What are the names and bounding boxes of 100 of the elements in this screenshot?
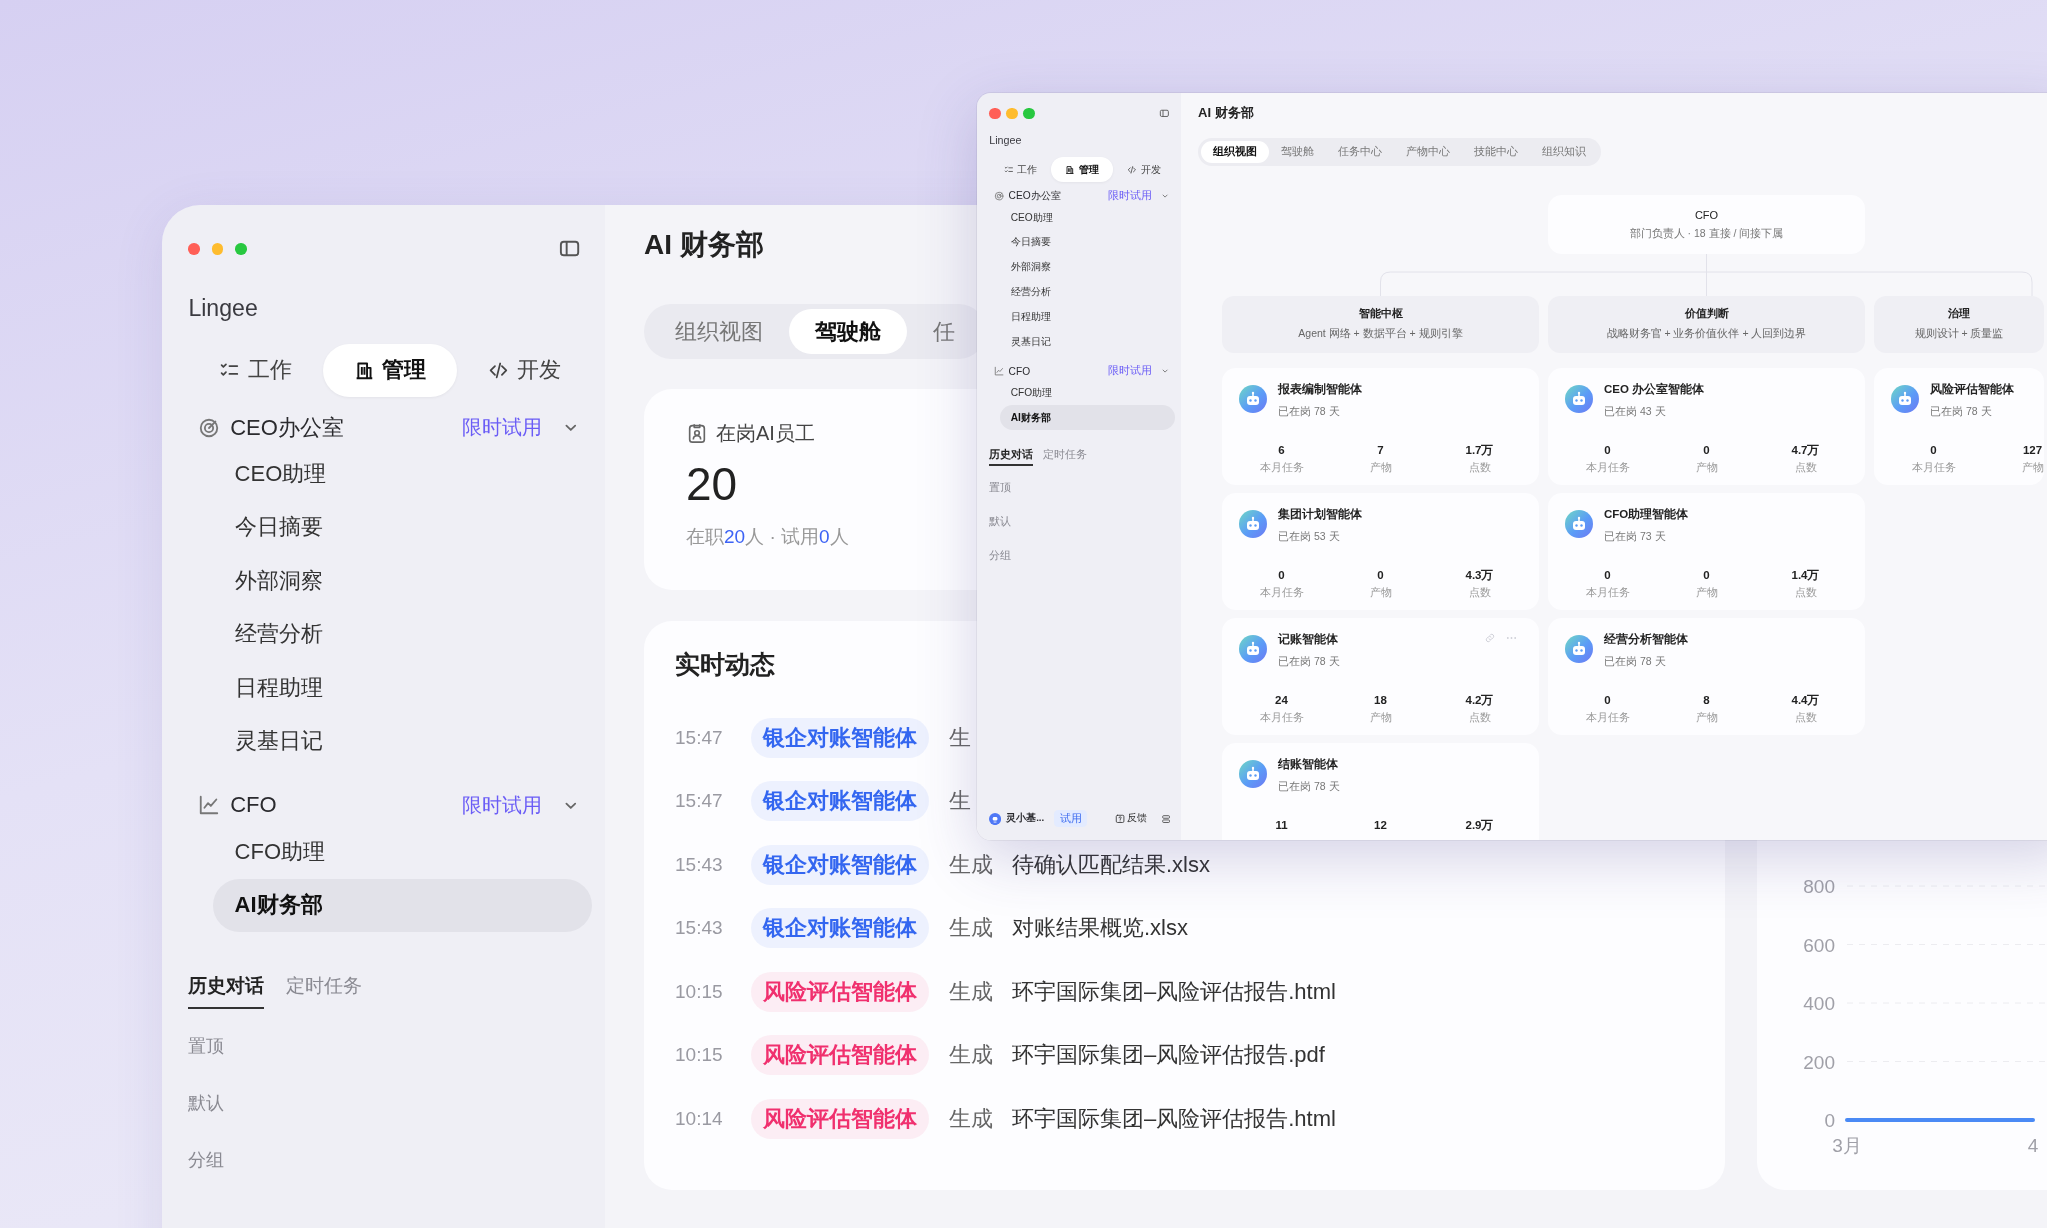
agent-card[interactable]: CEO 办公室智能体 已在岗 43 天 0 本月任务 0 产物 4.7万 点数 (1548, 368, 1865, 485)
group-label: 置顶 (989, 479, 1012, 495)
stat-label: 点数 (1794, 586, 1817, 598)
question-icon (1114, 813, 1125, 824)
page-tab[interactable]: 驾驶舱 (1269, 141, 1326, 163)
trial-label: 限时试用 (1107, 364, 1152, 379)
page-tab[interactable]: 组织视图 (649, 309, 789, 354)
stat-label: 本月任务 (1259, 711, 1304, 723)
agent-card[interactable]: CFO助理智能体 已在岗 73 天 0 本月任务 0 产物 1.4万 点数 (1548, 493, 1865, 610)
stat-value: 12 (1374, 818, 1387, 832)
user-name[interactable]: 灵小基... (1006, 812, 1045, 826)
sidebar-item[interactable]: CFO助理 (212, 825, 592, 879)
stat-value: 0 (1703, 568, 1710, 582)
history-tab[interactable]: 历史对话 (989, 445, 1034, 466)
section-title[interactable]: CFO (230, 792, 453, 819)
agent-card[interactable]: 记账智能体 已在岗 78 天 24 本月任务 18 产物 4.2万 点数 (1222, 618, 1539, 735)
agent-name: 报表编制智能体 (1278, 382, 1362, 397)
agent-tag[interactable]: 银企对账智能体 (751, 908, 929, 949)
stat-value: 127 (2022, 443, 2043, 457)
robot-avatar-icon (1239, 760, 1267, 788)
sidebar-item[interactable]: 经营分析 (1000, 279, 1175, 305)
maximize-button[interactable] (235, 243, 247, 255)
page-tab[interactable]: 技能中心 (1462, 141, 1530, 163)
nav-tab[interactable]: 开发 (457, 343, 592, 397)
agent-name: CFO助理智能体 (1604, 507, 1689, 522)
axis-label: 4 (2027, 1135, 2039, 1156)
sidebar-item[interactable]: 灵基日记 (1000, 329, 1175, 354)
sidebar-item[interactable]: AI财务部 (212, 878, 592, 933)
stat-label: 产物 (1369, 711, 1392, 723)
group-node[interactable]: 价值判断 战略财务官 + 业务价值伙伴 + 人回到边界 (1548, 296, 1865, 353)
agent-tag[interactable]: 银企对账智能体 (751, 717, 929, 758)
link-icon[interactable] (1484, 632, 1496, 644)
nav-tab[interactable]: 管理 (322, 343, 458, 397)
sidebar-item[interactable]: 灵基日记 (212, 714, 592, 768)
nav-tab[interactable]: 开发 (1113, 157, 1175, 182)
agent-card[interactable]: 报表编制智能体 已在岗 78 天 6 本月任务 7 产物 1.7万 点数 (1222, 368, 1539, 485)
file-name[interactable]: 环宇国际集团–风险评估报告.html (1012, 976, 1336, 1007)
sidebar-item[interactable]: CEO助理 (212, 447, 592, 501)
group-node[interactable]: 治理 规则设计 + 质量监 (1874, 296, 2044, 353)
nav-tab[interactable]: 工作 (188, 343, 323, 397)
user-avatar-icon[interactable] (989, 812, 1002, 825)
feedback-button[interactable]: 反馈 (1114, 812, 1148, 826)
sidebar-item[interactable]: 今日摘要 (212, 500, 592, 555)
nav-tab[interactable]: 工作 (989, 157, 1052, 182)
sidebar-item[interactable]: 日程助理 (1000, 304, 1175, 330)
agent-name: 记账智能体 (1278, 632, 1338, 647)
section-title[interactable]: CEO办公室 (230, 412, 453, 443)
stat-value: 4.2万 (1465, 693, 1494, 707)
agent-tag[interactable]: 银企对账智能体 (751, 844, 929, 885)
nav-tab[interactable]: 管理 (1051, 157, 1113, 182)
agent-card[interactable]: 结账智能体 已在岗 78 天 11 12 2.9万 (1222, 743, 1539, 840)
axis-label: 400 (1803, 993, 1835, 1014)
axis-label: 200 (1803, 1051, 1835, 1073)
sidebar-item[interactable]: 外部洞察 (1000, 254, 1175, 280)
staff-summary: 在职20人 · 试用0人 (686, 525, 849, 549)
agent-card[interactable]: 风险评估智能体 已在岗 78 天 0 本月任务 127 产物 (1874, 368, 2044, 485)
stack-icon[interactable] (1160, 813, 1171, 824)
axis-label: 0 (1824, 1110, 1835, 1131)
page-tab[interactable]: 组织知识 (1530, 141, 1598, 163)
maximize-button[interactable] (1023, 107, 1035, 120)
sidebar-item[interactable]: 日程助理 (212, 661, 592, 715)
sidebar-item[interactable]: 外部洞察 (212, 554, 592, 608)
page-tab[interactable]: 组织视图 (1201, 141, 1269, 163)
minimize-button[interactable] (211, 243, 224, 255)
file-name[interactable]: 环宇国际集团–风险评估报告.html (1012, 1103, 1336, 1134)
history-tab[interactable]: 历史对话 (188, 965, 265, 1010)
page-tab[interactable]: 产物中心 (1394, 141, 1462, 163)
time-label: 15:43 (675, 853, 724, 876)
file-name[interactable]: 待确认匹配结果.xlsx (1012, 849, 1210, 880)
sidebar-item[interactable]: 经营分析 (212, 607, 592, 662)
page-tab[interactable]: 驾驶舱 (789, 309, 907, 354)
stat-value: 11 (1275, 818, 1288, 832)
group-node[interactable]: 智能中枢 Agent 网络 + 数据平台 + 规则引擎 (1222, 296, 1539, 353)
section-title[interactable]: CEO办公室 (1008, 189, 1104, 204)
section-title[interactable]: CFO (1008, 365, 1104, 377)
org-node[interactable]: CFO 部门负责人 · 18 直接 / 间接下属 (1548, 195, 1865, 254)
group-label: 默认 (188, 1092, 225, 1116)
tenure-label: 已在岗 73 天 (1604, 529, 1666, 543)
minimize-button[interactable] (1006, 107, 1018, 120)
time-label: 15:47 (675, 790, 724, 813)
tenure-label: 已在岗 78 天 (1930, 404, 1992, 418)
stat-value: 8 (1703, 693, 1710, 707)
close-button[interactable] (989, 107, 1001, 120)
sidebar-item[interactable]: CEO助理 (1000, 205, 1175, 231)
chevron-down-icon[interactable] (1161, 192, 1170, 201)
agent-card[interactable]: 经营分析智能体 已在岗 78 天 0 本月任务 8 产物 4.4万 点数 (1548, 618, 1865, 735)
sidebar-toggle-icon[interactable] (1159, 108, 1170, 119)
agent-card[interactable]: 集团计划智能体 已在岗 53 天 0 本月任务 0 产物 4.3万 点数 (1222, 493, 1539, 610)
tenure-label: 已在岗 43 天 (1604, 404, 1666, 418)
sidebar-item[interactable]: AI财务部 (1000, 405, 1175, 431)
sidebar-item[interactable]: 今日摘要 (1000, 230, 1175, 255)
group-label: 分组 (188, 1149, 225, 1173)
page-tab[interactable]: 任 (907, 309, 981, 354)
chevron-down-icon[interactable] (1161, 367, 1170, 376)
file-name[interactable]: 对账结果概览.xlsx (1012, 913, 1188, 944)
close-button[interactable] (188, 243, 200, 255)
sidebar-item[interactable]: CFO助理 (1000, 380, 1175, 406)
page-tab[interactable]: 任务中心 (1326, 141, 1394, 163)
agent-tag[interactable]: 银企对账智能体 (751, 781, 929, 822)
file-name[interactable]: 环宇国际集团–风险评估报告.pdf (1012, 1040, 1325, 1071)
